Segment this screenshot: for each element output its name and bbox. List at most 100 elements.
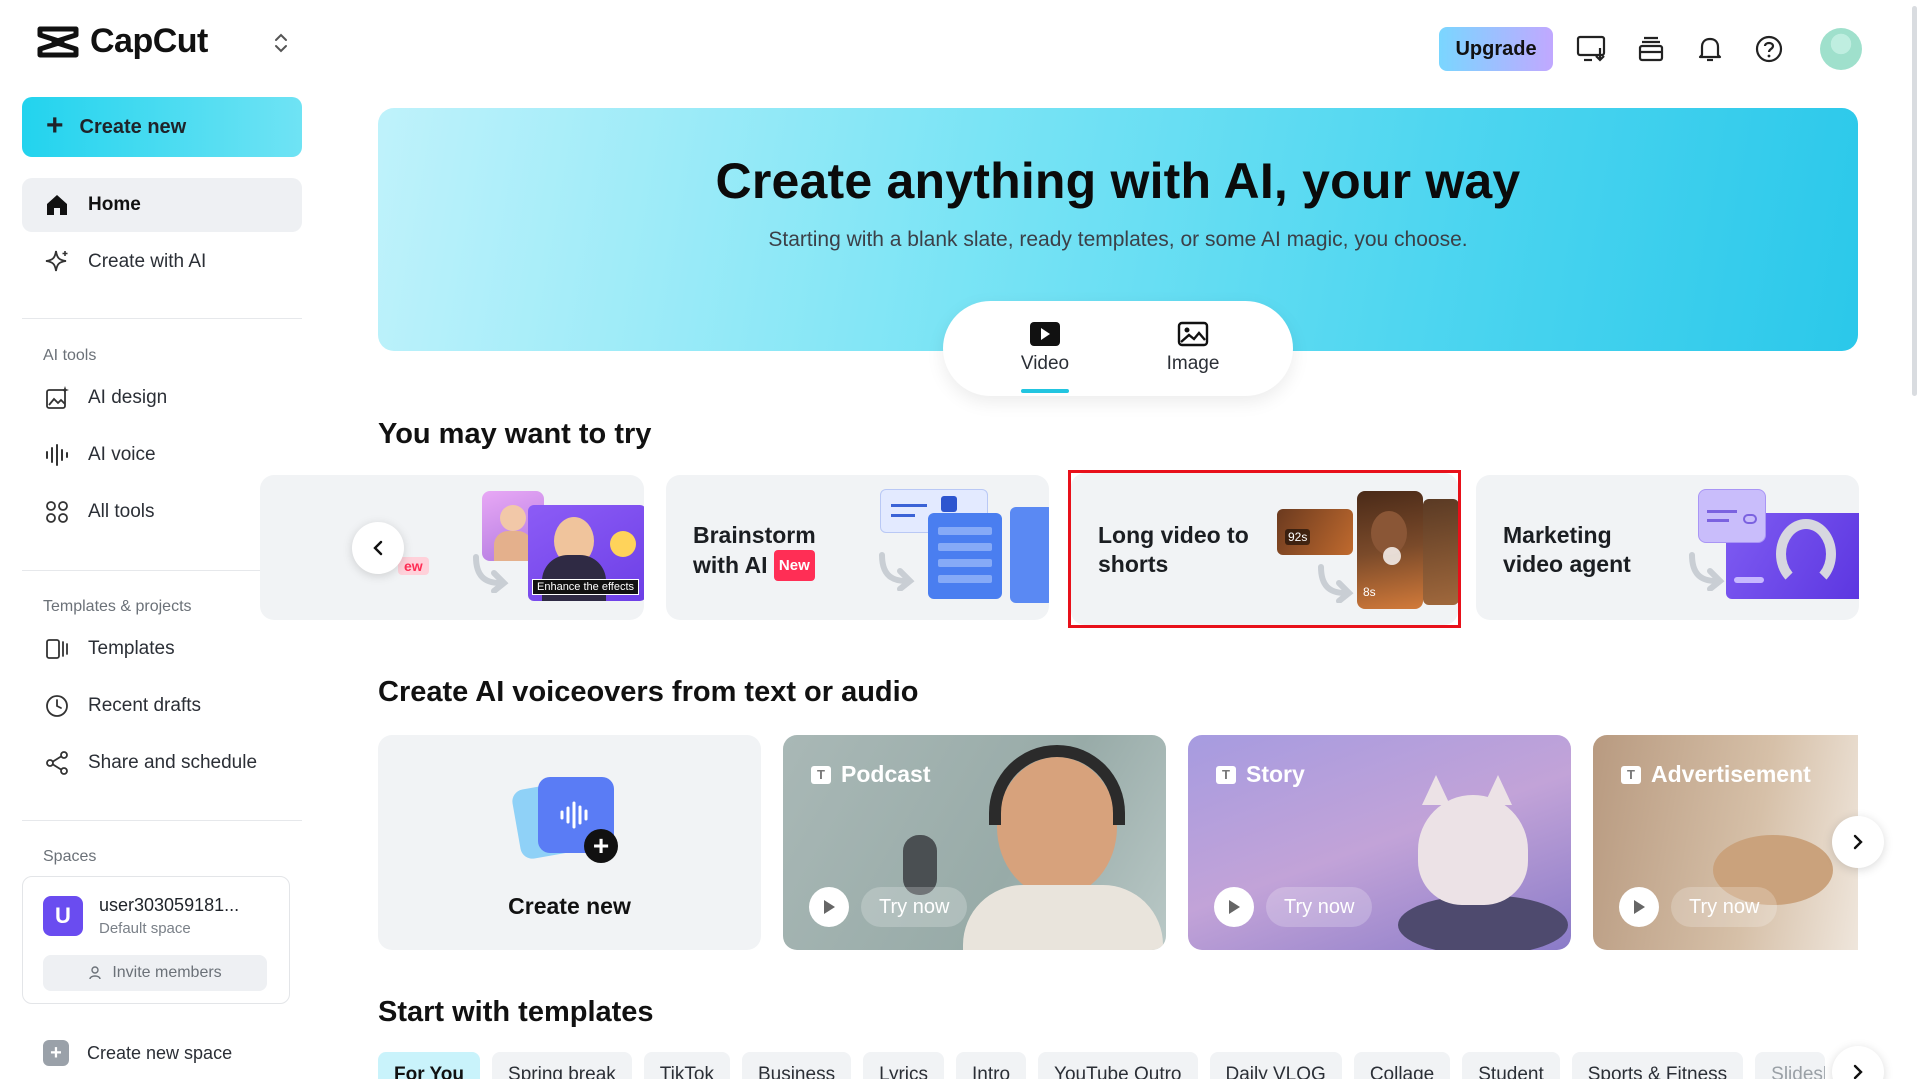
sidebar-item-templates[interactable]: Templates (22, 622, 302, 676)
play-button[interactable] (1619, 887, 1659, 927)
help-icon[interactable] (1752, 32, 1786, 66)
invite-members-button[interactable]: Invite members (43, 955, 267, 991)
sidebar-item-share-schedule[interactable]: Share and schedule (22, 736, 302, 790)
image-icon (1177, 321, 1209, 347)
notification-bell-icon[interactable] (1693, 32, 1727, 66)
sidebar-divider (22, 318, 302, 319)
enhance-caption: Enhance the effects (532, 579, 640, 595)
templates-icon (46, 639, 68, 659)
chip-sports-fitness[interactable]: Sports & Fitness (1571, 1052, 1744, 1079)
workspace-switch-icon[interactable] (270, 30, 292, 56)
card-title-line2: video agent (1503, 551, 1631, 577)
story-cat-ear (1422, 775, 1450, 805)
capcut-logo-icon (37, 26, 79, 57)
voiceover-card-story[interactable]: T Story Try now (1188, 735, 1571, 950)
try-now-button[interactable]: Try now (1671, 887, 1778, 927)
sidebar-item-label: AI design (88, 387, 168, 408)
create-new-label: Create new (508, 893, 631, 919)
download-desktop-icon[interactable] (1575, 32, 1609, 66)
upgrade-button[interactable]: Upgrade (1439, 27, 1553, 71)
chip-collage[interactable]: Collage (1353, 1052, 1451, 1079)
play-button[interactable] (1214, 887, 1254, 927)
new-badge: New (773, 550, 815, 581)
chip-slideshow[interactable]: Slideshow (1755, 1052, 1826, 1079)
sidebar-item-home[interactable]: Home (22, 178, 302, 232)
sidebar-item-create-with-ai[interactable]: Create with AI (22, 235, 302, 289)
home-icon (47, 195, 67, 215)
chip-student[interactable]: Student (1462, 1052, 1560, 1079)
section-label-ai-tools: AI tools (43, 347, 97, 364)
voiceover-label-text: Story (1246, 761, 1305, 787)
inbox-icon[interactable] (1634, 32, 1668, 66)
play-icon (824, 900, 835, 914)
plus-icon: + (43, 1040, 69, 1066)
space-card[interactable]: U user303059181... Default space Invite … (22, 876, 290, 1004)
clock-icon (46, 695, 68, 717)
play-button[interactable] (809, 887, 849, 927)
voiceover-card-podcast[interactable]: T Podcast Try now (783, 735, 1166, 950)
text-type-icon: T (811, 765, 831, 784)
voiceover-card-advertisement[interactable]: T Advertisement Try now (1593, 735, 1858, 950)
waveform-icon (46, 444, 68, 466)
hero-subtitle: Starting with a blank slate, ready templ… (768, 228, 1468, 251)
tab-label: Image (1166, 353, 1220, 374)
brand-name: CapCut (90, 22, 208, 60)
chip-lyrics[interactable]: Lyrics (863, 1052, 944, 1079)
carousel-next-button[interactable] (1832, 816, 1884, 868)
chip-spring-break[interactable]: Spring break (492, 1052, 632, 1079)
space-name: user303059181... (99, 895, 240, 915)
chip-tiktok[interactable]: TikTok (643, 1052, 730, 1079)
story-cat-ear (1484, 775, 1512, 805)
sidebar-item-recent-drafts[interactable]: Recent drafts (22, 679, 302, 733)
curved-arrow-icon (879, 552, 915, 591)
chevron-right-icon (1853, 834, 1863, 850)
chip-business[interactable]: Business (741, 1052, 852, 1079)
create-new-space-button[interactable]: + Create new space (43, 1040, 232, 1066)
try-card-marketing-agent[interactable]: Marketing video agent (1476, 475, 1859, 620)
invite-members-label: Invite members (112, 964, 222, 981)
try-card-brainstorm[interactable]: Brainstorm with AI New (666, 475, 1049, 620)
chip-daily-vlog[interactable]: Daily VLOG (1209, 1052, 1342, 1079)
image-sparkle-icon (46, 386, 69, 409)
chip-intro[interactable]: Intro (956, 1052, 1027, 1079)
section-title-try: You may want to try (378, 418, 652, 450)
create-new-button[interactable]: + Create new (22, 97, 302, 157)
voiceover-create-new[interactable]: + Create new (378, 735, 761, 950)
chevron-right-icon (1853, 1064, 1863, 1079)
chip-youtube-outro[interactable]: YouTube Outro (1038, 1052, 1198, 1079)
space-subtitle: Default space (99, 920, 191, 937)
microphone-icon (903, 835, 937, 895)
sidebar-item-label: All tools (88, 501, 155, 522)
section-title-voiceovers: Create AI voiceovers from text or audio (378, 676, 919, 708)
thumbnail-link-card (1698, 489, 1766, 543)
voiceover-label: T Podcast (811, 761, 930, 788)
story-cat (1418, 795, 1528, 905)
space-avatar: U (43, 896, 83, 936)
voiceover-label: T Story (1216, 761, 1305, 788)
sparkle-icon (45, 250, 68, 272)
tab-image[interactable]: Image (1148, 321, 1238, 375)
card-title-line2: with AI (693, 552, 768, 578)
grid-icon (46, 501, 68, 523)
try-now-button[interactable]: Try now (1266, 887, 1373, 927)
try-card-ai-effects[interactable]: ew Enhance the effects (260, 475, 644, 620)
voiceover-label-text: Podcast (841, 761, 931, 787)
sidebar-item-ai-design[interactable]: AI design (22, 371, 302, 425)
text-type-icon: T (1621, 765, 1641, 784)
section-title-templates: Start with templates (378, 996, 654, 1028)
chips-next-button[interactable] (1832, 1046, 1884, 1079)
avatar[interactable] (1820, 28, 1862, 70)
scrollbar-thumb[interactable] (1912, 6, 1917, 396)
tab-label: Video (1020, 353, 1070, 374)
capcut-logo[interactable]: CapCut (36, 22, 208, 61)
chip-for-you[interactable]: For You (378, 1052, 481, 1079)
create-new-space-label: Create new space (87, 1042, 233, 1063)
sidebar-item-label: Home (88, 194, 141, 215)
headphones-icon (989, 745, 1125, 825)
try-now-button[interactable]: Try now (861, 887, 968, 927)
sidebar-item-ai-voice[interactable]: AI voice (22, 428, 302, 482)
scrollbar[interactable] (1910, 0, 1919, 1079)
carousel-prev-button[interactable] (352, 522, 404, 574)
tab-video[interactable]: Video (1000, 321, 1090, 375)
highlight-box (1068, 470, 1461, 628)
